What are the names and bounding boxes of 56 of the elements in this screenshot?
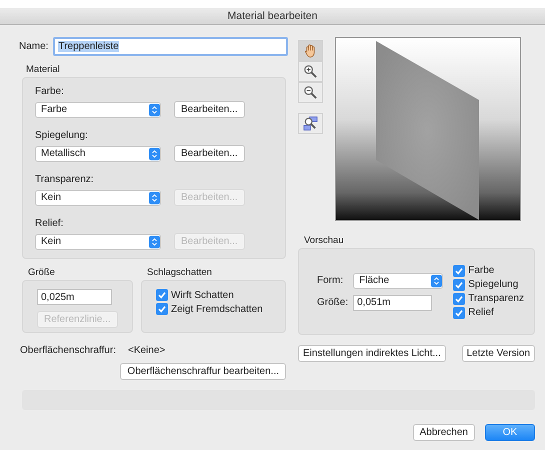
checkbox[interactable] [453,264,466,276]
stepper-icon [149,102,160,118]
stepper-icon [149,146,160,162]
checkbox-label: Spiegelung [468,279,518,290]
checkbox[interactable] [156,303,168,315]
zoom-region-icon [303,116,318,131]
cancel-button[interactable]: Abbrechen [412,424,475,441]
group-title: Vorschau [304,235,344,246]
check-icon [454,266,464,276]
size-field[interactable]: 0,051m [353,294,432,310]
name-label: Name: [19,41,48,52]
hatch-label: Oberflächenschraffur: [20,345,116,356]
dropdown[interactable]: Kein [35,234,161,250]
field-label: Transparenz: [35,174,94,185]
checkbox-label: Wirft Schatten [171,290,234,300]
checkbox-label: Relief [468,307,494,318]
group-title: Material [26,64,60,75]
stepper-icon [149,190,160,206]
zoom-out-button[interactable] [298,82,323,103]
check-icon [454,280,464,290]
field-label: Größe: [317,297,348,308]
edit-hatch-button[interactable]: Oberflächenschraffur bearbeiten... [120,363,286,380]
field-label: Relief: [35,218,64,229]
indirect-light-button[interactable]: Einstellungen indirektes Licht... [298,345,446,362]
window-title: Material bearbeiten [228,10,318,22]
checkbox[interactable] [453,306,466,318]
dropdown[interactable]: Farbe [35,102,161,118]
zoom-out-icon [303,85,318,100]
field-label: Spiegelung: [35,130,88,141]
field-label: Form: [317,275,344,286]
check-icon [454,294,464,304]
zoom-region-button[interactable] [298,113,323,134]
hatch-value: <Keine> [128,345,166,356]
edit-button[interactable]: Bearbeiten... [174,145,245,162]
checkbox-label: Transparenz [468,293,524,304]
size-field[interactable]: 0,025m [37,289,112,305]
checkbox[interactable] [156,289,168,301]
stepper-icon [149,234,160,250]
checkbox[interactable] [453,278,466,290]
dropdown[interactable]: Fläche [353,272,444,288]
zoom-in-icon [303,64,318,79]
check-icon [454,308,464,318]
group-title: Schlagschatten [147,267,212,278]
stepper-icon [431,272,442,288]
checkbox-label: Farbe [468,265,494,276]
last-version-button[interactable]: Letzte Version [462,345,535,362]
field-label: Farbe: [35,86,64,97]
dropdown[interactable]: Kein [35,190,161,206]
edit-button[interactable]: Bearbeiten... [174,101,245,118]
dropdown[interactable]: Metallisch [35,146,161,162]
name-field[interactable]: Treppenleiste [53,37,288,56]
group-title: Größe [28,267,55,278]
checkbox-label: Zeigt Fremdschatten [171,304,263,314]
checkbox[interactable] [453,292,466,304]
zoom-in-button[interactable] [298,61,323,82]
hand-tool-button[interactable] [298,40,323,61]
